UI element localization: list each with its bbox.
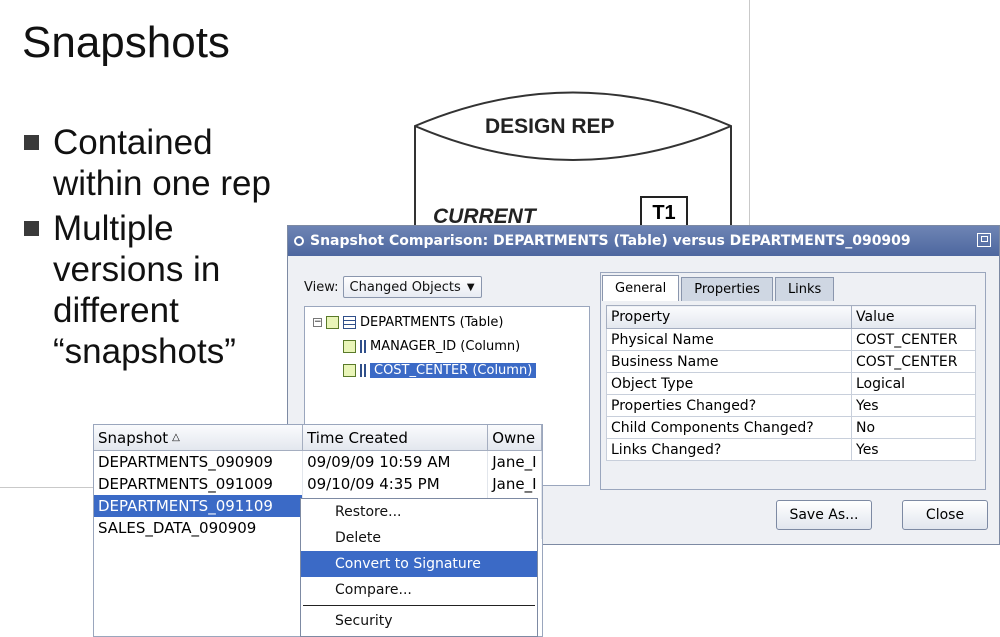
- table-row[interactable]: Properties Changed? Yes: [606, 394, 976, 417]
- menu-item-compare[interactable]: Compare...: [301, 577, 537, 603]
- table-row[interactable]: Physical Name COST_CENTER: [606, 328, 976, 351]
- menu-item-security[interactable]: Security: [301, 608, 537, 634]
- property-cell: Object Type: [606, 372, 852, 395]
- tab-links[interactable]: Links: [774, 277, 835, 301]
- table-row[interactable]: DEPARTMENTS_090909 09/09/09 10:59 AM Jan…: [94, 451, 542, 473]
- menu-item-convert-to-signature[interactable]: Convert to Signature: [301, 551, 537, 577]
- tree-item[interactable]: COST_CENTER (Column): [343, 359, 537, 381]
- tree-item[interactable]: MANAGER_ID (Column): [343, 335, 520, 357]
- property-cell: Physical Name: [606, 328, 852, 351]
- column-header-owner[interactable]: Owne: [488, 425, 542, 450]
- property-cell: Links Changed?: [606, 438, 852, 461]
- tree-item-label: MANAGER_ID (Column): [370, 338, 521, 354]
- property-cell: Properties Changed?: [606, 394, 852, 417]
- property-cell: Business Name: [606, 350, 852, 373]
- tab-bar: General Properties Links: [602, 275, 836, 301]
- snapshot-owner: Jane_I: [488, 451, 542, 473]
- table-row[interactable]: Child Components Changed? No: [606, 416, 976, 439]
- value-cell: Yes: [851, 394, 976, 417]
- column-header-time-created[interactable]: Time Created: [303, 425, 489, 450]
- bullet-item: Multiple versions in different “snapshot…: [24, 208, 284, 372]
- snapshot-list-header: Snapshot △ Time Created Owne: [94, 425, 542, 451]
- snapshot-name: DEPARTMENTS_090909: [94, 451, 304, 473]
- bullet-square-icon: [24, 221, 39, 236]
- column-icon: [360, 363, 366, 377]
- tree-item-label: COST_CENTER (Column): [370, 362, 537, 378]
- bullet-square-icon: [24, 135, 39, 150]
- tab-properties[interactable]: Properties: [681, 277, 773, 301]
- save-as-button[interactable]: Save As...: [776, 500, 872, 530]
- changed-check-icon: [326, 315, 339, 329]
- menu-separator: [303, 605, 535, 606]
- property-cell: Child Components Changed?: [606, 416, 852, 439]
- table-row[interactable]: Object Type Logical: [606, 372, 976, 395]
- bullet-text: Multiple versions in different “snapshot…: [53, 209, 236, 371]
- maximize-icon[interactable]: [977, 233, 991, 247]
- bullet-item: Contained within one rep: [24, 122, 284, 204]
- collapse-icon[interactable]: −: [313, 317, 322, 327]
- value-cell: Logical: [851, 372, 976, 395]
- column-header-label: Snapshot: [98, 428, 169, 447]
- close-button[interactable]: Close: [902, 500, 988, 530]
- snapshot-time: 09/10/09 4:35 PM: [303, 473, 489, 495]
- sort-ascending-icon: △: [172, 432, 180, 443]
- snapshot-time: 09/09/09 10:59 AM: [303, 451, 489, 473]
- context-menu: Restore... Delete Convert to Signature C…: [300, 498, 538, 637]
- snapshot-name: SALES_DATA_090909: [94, 517, 304, 539]
- snapshot-name: DEPARTMENTS_091109: [94, 495, 304, 517]
- table-row[interactable]: DEPARTMENTS_091009 09/10/09 4:35 PM Jane…: [94, 473, 542, 495]
- tree-item[interactable]: − DEPARTMENTS (Table): [313, 311, 503, 333]
- window-icon: [294, 236, 304, 246]
- dialog-title: Snapshot Comparison: DEPARTMENTS (Table)…: [310, 233, 911, 249]
- snapshot-owner: Jane_I: [488, 473, 542, 495]
- value-cell: COST_CENTER: [851, 350, 976, 373]
- value-cell: COST_CENTER: [851, 328, 976, 351]
- value-cell: No: [851, 416, 976, 439]
- table-row[interactable]: Business Name COST_CENTER: [606, 350, 976, 373]
- changed-check-icon: [343, 363, 356, 377]
- column-header-property[interactable]: Property: [606, 305, 852, 329]
- chevron-down-icon: ▼: [466, 281, 475, 293]
- column-header-value[interactable]: Value: [851, 305, 976, 329]
- menu-item-restore[interactable]: Restore...: [301, 499, 537, 525]
- slide-title: Snapshots: [22, 18, 230, 67]
- view-row: View: Changed Objects ▼: [304, 276, 482, 298]
- bullet-list: Contained within one rep Multiple versio…: [24, 122, 284, 376]
- design-rep-label: DESIGN REP: [485, 115, 615, 138]
- view-select[interactable]: Changed Objects ▼: [342, 276, 482, 298]
- dialog-titlebar[interactable]: Snapshot Comparison: DEPARTMENTS (Table)…: [288, 226, 999, 256]
- view-label: View:: [304, 279, 339, 295]
- column-header-snapshot[interactable]: Snapshot △: [94, 425, 304, 450]
- menu-item-delete[interactable]: Delete: [301, 525, 537, 551]
- tree-item-label: DEPARTMENTS (Table): [360, 314, 504, 330]
- changed-check-icon: [343, 339, 356, 353]
- value-cell: Yes: [851, 438, 976, 461]
- table-header-row: Property Value: [606, 305, 976, 329]
- view-select-value: Changed Objects: [349, 279, 461, 295]
- table-icon: [343, 315, 356, 329]
- bullet-text: Contained within one rep: [53, 123, 271, 203]
- property-table: Property Value Physical Name COST_CENTER…: [606, 305, 976, 461]
- snapshot-name: DEPARTMENTS_091009: [94, 473, 304, 495]
- column-icon: [360, 339, 366, 353]
- table-row[interactable]: Links Changed? Yes: [606, 438, 976, 461]
- tab-general[interactable]: General: [602, 275, 680, 301]
